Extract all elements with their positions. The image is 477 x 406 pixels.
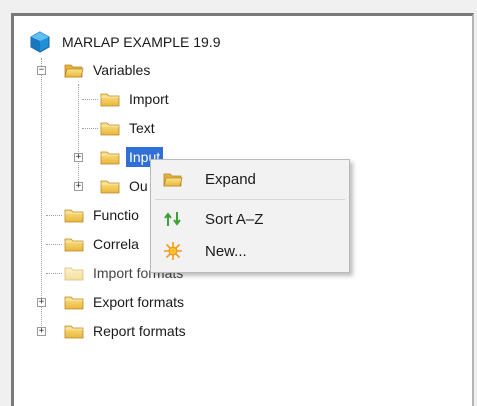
folder-icon	[64, 238, 84, 251]
menu-item-expand[interactable]: Expand	[151, 164, 349, 194]
menu-item-label: Sort A–Z	[205, 210, 264, 228]
tree-item-text[interactable]: Text	[100, 116, 158, 140]
tree-root-label: MARLAP EXAMPLE 19.9	[62, 34, 221, 50]
tree-item-label: Report formats	[93, 323, 186, 339]
tree-item-export-formats[interactable]: Export formats	[64, 290, 187, 314]
folder-icon	[100, 122, 120, 135]
tree-item-label: Ou	[129, 178, 148, 194]
tree-item-import[interactable]: Import	[100, 87, 172, 111]
tree-item-variables[interactable]: Variables	[64, 58, 153, 82]
sort-arrows-icon	[163, 210, 183, 228]
tree-item-label: Correla	[93, 236, 139, 252]
folder-icon	[64, 209, 84, 222]
expand-toggle-icon[interactable]: +	[74, 153, 83, 162]
tree-item-report-formats[interactable]: Report formats	[64, 319, 189, 343]
tree-item-correlations[interactable]: Correla	[64, 232, 142, 256]
blue-gem-icon	[30, 31, 50, 53]
open-folder-icon	[163, 170, 183, 188]
tree-line	[78, 84, 79, 188]
folder-icon	[64, 325, 84, 338]
tree-item-label: Functio	[93, 207, 139, 223]
expand-toggle-icon[interactable]: +	[37, 298, 46, 307]
menu-item-label: New...	[205, 242, 247, 260]
menu-item-sort[interactable]: Sort A–Z	[151, 204, 349, 234]
tree-line	[46, 215, 62, 216]
context-menu: Expand Sort A–Z New...	[150, 159, 350, 273]
menu-separator	[155, 199, 345, 200]
expand-toggle-icon[interactable]: +	[74, 182, 83, 191]
tree-line	[46, 244, 62, 245]
tree-item-label: Text	[129, 120, 155, 136]
folder-icon	[100, 180, 120, 193]
tree-item-output[interactable]: Ou	[100, 174, 151, 198]
open-folder-icon	[64, 64, 84, 77]
tree-line	[82, 128, 98, 129]
tree-item-functions[interactable]: Functio	[64, 203, 142, 227]
folder-icon	[100, 151, 120, 164]
folder-icon	[64, 296, 84, 309]
tree-item-label: Import	[129, 91, 169, 107]
menu-item-label: Expand	[205, 170, 256, 188]
expand-toggle-icon[interactable]: +	[37, 327, 46, 336]
tree-item-label: Variables	[93, 62, 151, 78]
collapse-toggle-icon[interactable]: −	[37, 66, 46, 75]
tree-item-label: Export formats	[93, 294, 185, 310]
tree-line	[82, 99, 98, 100]
folder-icon	[100, 93, 120, 106]
tree-root-item[interactable]: MARLAP EXAMPLE 19.9	[29, 30, 223, 54]
tree-line	[41, 58, 42, 336]
menu-item-new[interactable]: New...	[151, 236, 349, 266]
new-star-icon	[163, 242, 183, 260]
tree-line	[46, 273, 62, 274]
empty-folder-icon	[64, 267, 84, 280]
